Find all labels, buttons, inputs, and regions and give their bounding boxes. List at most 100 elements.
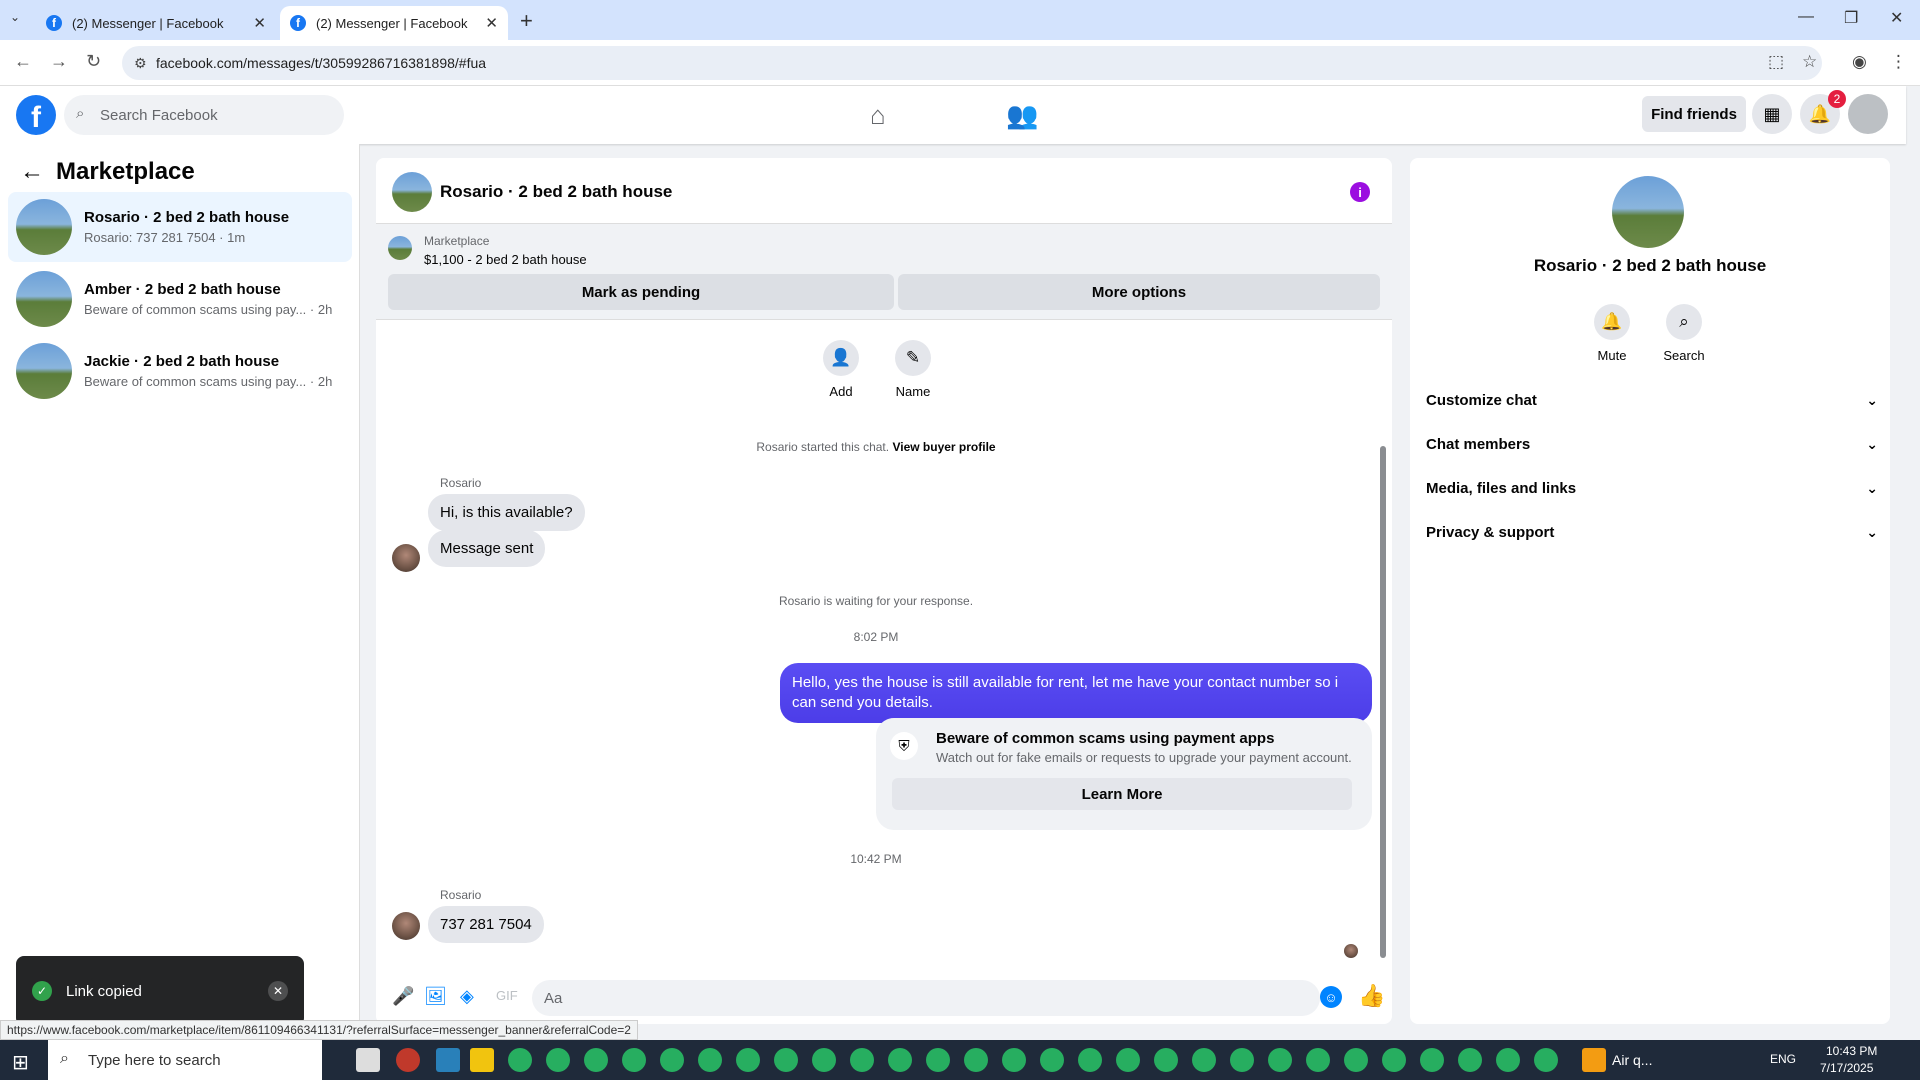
profile-icon[interactable]: ◉ xyxy=(1852,52,1867,72)
photo-icon[interactable]: 🖼 xyxy=(424,986,447,1007)
name-chat-action[interactable]: ✎ Name xyxy=(878,340,948,399)
reload-icon[interactable]: ↻ xyxy=(86,51,101,72)
chat-listing-thumbnail[interactable] xyxy=(392,172,432,212)
chrome-icon[interactable] xyxy=(926,1048,950,1072)
chrome-icon[interactable] xyxy=(546,1048,570,1072)
install-app-icon[interactable]: ⬚ xyxy=(1768,52,1784,72)
chrome-icon[interactable] xyxy=(1078,1048,1102,1072)
message-input[interactable] xyxy=(532,980,1320,1016)
find-friends-button[interactable]: Find friends xyxy=(1642,96,1746,132)
chrome-icon[interactable] xyxy=(660,1048,684,1072)
conversation-item-amber[interactable]: Amber · 2 bed 2 bath house Beware of com… xyxy=(8,264,352,334)
conversation-item-rosario[interactable]: Rosario · 2 bed 2 bath house Rosario: 73… xyxy=(8,192,352,262)
bookmark-star-icon[interactable]: ☆ xyxy=(1802,52,1817,72)
chrome-icon[interactable] xyxy=(1496,1048,1520,1072)
chrome-icon[interactable] xyxy=(508,1048,532,1072)
accordion-media-files-links[interactable]: Media, files and links ⌄ xyxy=(1426,468,1878,508)
sticker-icon[interactable]: ◈ xyxy=(460,986,474,1007)
incoming-message-phone[interactable]: 737 281 7504 xyxy=(428,906,544,943)
accordion-privacy-support[interactable]: Privacy & support ⌄ xyxy=(1426,512,1878,552)
browser-menu-icon[interactable]: ⋮ xyxy=(1890,52,1907,72)
mute-action[interactable]: 🔔 Mute xyxy=(1577,304,1647,363)
clock-date[interactable]: 7/17/2025 xyxy=(1820,1061,1873,1075)
incoming-message[interactable]: Hi, is this available? xyxy=(428,494,585,531)
chrome-icon[interactable] xyxy=(964,1048,988,1072)
chrome-icon[interactable] xyxy=(584,1048,608,1072)
language-indicator[interactable]: ENG xyxy=(1770,1052,1796,1066)
listing-price[interactable]: $1,100 - 2 bed 2 bath house xyxy=(424,252,587,267)
back-icon[interactable]: ← xyxy=(14,51,32,72)
windows-start-icon[interactable]: ⊞ xyxy=(12,1050,29,1075)
sender-avatar[interactable] xyxy=(392,544,420,572)
new-tab-plus-icon[interactable]: + xyxy=(520,8,533,34)
chat-title[interactable]: Rosario · 2 bed 2 bath house xyxy=(440,182,672,202)
close-tab-icon[interactable]: ✕ xyxy=(485,14,498,32)
info-icon[interactable]: i xyxy=(1350,182,1370,202)
forward-icon[interactable]: → xyxy=(50,51,68,72)
friends-icon[interactable]: 👥 xyxy=(1006,100,1038,131)
home-icon[interactable]: ⌂ xyxy=(870,100,886,131)
search-action[interactable]: ⌕ Search xyxy=(1649,304,1719,363)
weather-icon[interactable] xyxy=(1582,1048,1606,1072)
url-field[interactable]: ⚙ facebook.com/messages/t/30599286716381… xyxy=(122,46,1822,80)
weather-text[interactable]: Air q... xyxy=(1612,1052,1652,1068)
facebook-search-field[interactable]: ⌕ Search Facebook xyxy=(64,95,344,135)
apps-grid-icon[interactable]: ▦ xyxy=(1752,94,1792,134)
chrome-icon[interactable] xyxy=(1154,1048,1178,1072)
chrome-icon[interactable] xyxy=(1040,1048,1064,1072)
facebook-logo-icon[interactable]: f xyxy=(16,95,56,135)
chrome-icon[interactable] xyxy=(812,1048,836,1072)
close-icon[interactable]: ✕ xyxy=(268,981,288,1001)
learn-more-button[interactable]: Learn More xyxy=(892,778,1352,810)
chrome-icon[interactable] xyxy=(1344,1048,1368,1072)
browser-tab-2-active[interactable]: f (2) Messenger | Facebook ✕ xyxy=(280,6,508,40)
microphone-icon[interactable]: 🎤 xyxy=(392,986,414,1007)
minimize-icon[interactable]: — xyxy=(1798,8,1814,26)
chrome-icon[interactable] xyxy=(1458,1048,1482,1072)
outgoing-message[interactable]: Hello, yes the house is still available … xyxy=(780,663,1372,723)
account-avatar[interactable] xyxy=(1848,94,1888,134)
emoji-icon[interactable]: ☺ xyxy=(1320,986,1342,1008)
site-settings-icon[interactable]: ⚙ xyxy=(134,55,147,72)
chrome-icon[interactable] xyxy=(1306,1048,1330,1072)
accordion-customize-chat[interactable]: Customize chat ⌄ xyxy=(1426,380,1878,420)
chrome-icon[interactable] xyxy=(698,1048,722,1072)
thumbs-up-icon[interactable]: 👍 xyxy=(1358,983,1385,1009)
close-window-icon[interactable]: ✕ xyxy=(1890,8,1903,28)
more-options-button[interactable]: More options xyxy=(898,274,1380,310)
scrollbar-thumb[interactable] xyxy=(1380,446,1386,958)
gif-icon[interactable]: GIF xyxy=(496,988,518,1003)
restore-icon[interactable]: ❐ xyxy=(1844,8,1858,28)
sender-avatar[interactable] xyxy=(392,912,420,940)
chrome-icon[interactable] xyxy=(888,1048,912,1072)
mark-as-pending-button[interactable]: Mark as pending xyxy=(388,274,894,310)
taskbar-search-field[interactable]: ⌕ Type here to search xyxy=(48,1040,322,1080)
chrome-icon[interactable] xyxy=(1192,1048,1216,1072)
browser-tab-1[interactable]: f (2) Messenger | Facebook ✕ xyxy=(36,6,276,40)
chrome-icon[interactable] xyxy=(622,1048,646,1072)
view-buyer-profile-link[interactable]: View buyer profile xyxy=(892,440,995,454)
chat-scrollbar[interactable] xyxy=(1378,328,1386,958)
add-people-action[interactable]: 👤 Add xyxy=(806,340,876,399)
taskbar-app-icon[interactable] xyxy=(396,1048,420,1072)
info-listing-avatar[interactable] xyxy=(1612,176,1684,248)
taskbar-app-icon[interactable] xyxy=(436,1048,460,1072)
task-view-icon[interactable] xyxy=(356,1048,380,1072)
chrome-icon[interactable] xyxy=(1382,1048,1406,1072)
chrome-icon[interactable] xyxy=(1116,1048,1140,1072)
chrome-icon[interactable] xyxy=(1534,1048,1558,1072)
chrome-icon[interactable] xyxy=(1420,1048,1444,1072)
tab-search-chevron-icon[interactable]: ⌄ xyxy=(10,10,20,24)
file-explorer-icon[interactable] xyxy=(470,1048,494,1072)
clock-time[interactable]: 10:43 PM xyxy=(1826,1044,1877,1058)
chrome-icon[interactable] xyxy=(774,1048,798,1072)
close-tab-icon[interactable]: ✕ xyxy=(253,14,266,32)
chrome-icon[interactable] xyxy=(1230,1048,1254,1072)
conversation-item-jackie[interactable]: Jackie · 2 bed 2 bath house Beware of co… xyxy=(8,336,352,406)
back-arrow-icon[interactable]: ← xyxy=(20,158,44,186)
accordion-chat-members[interactable]: Chat members ⌄ xyxy=(1426,424,1878,464)
chrome-icon[interactable] xyxy=(1268,1048,1292,1072)
chrome-icon[interactable] xyxy=(736,1048,760,1072)
chrome-icon[interactable] xyxy=(850,1048,874,1072)
chrome-icon[interactable] xyxy=(1002,1048,1026,1072)
